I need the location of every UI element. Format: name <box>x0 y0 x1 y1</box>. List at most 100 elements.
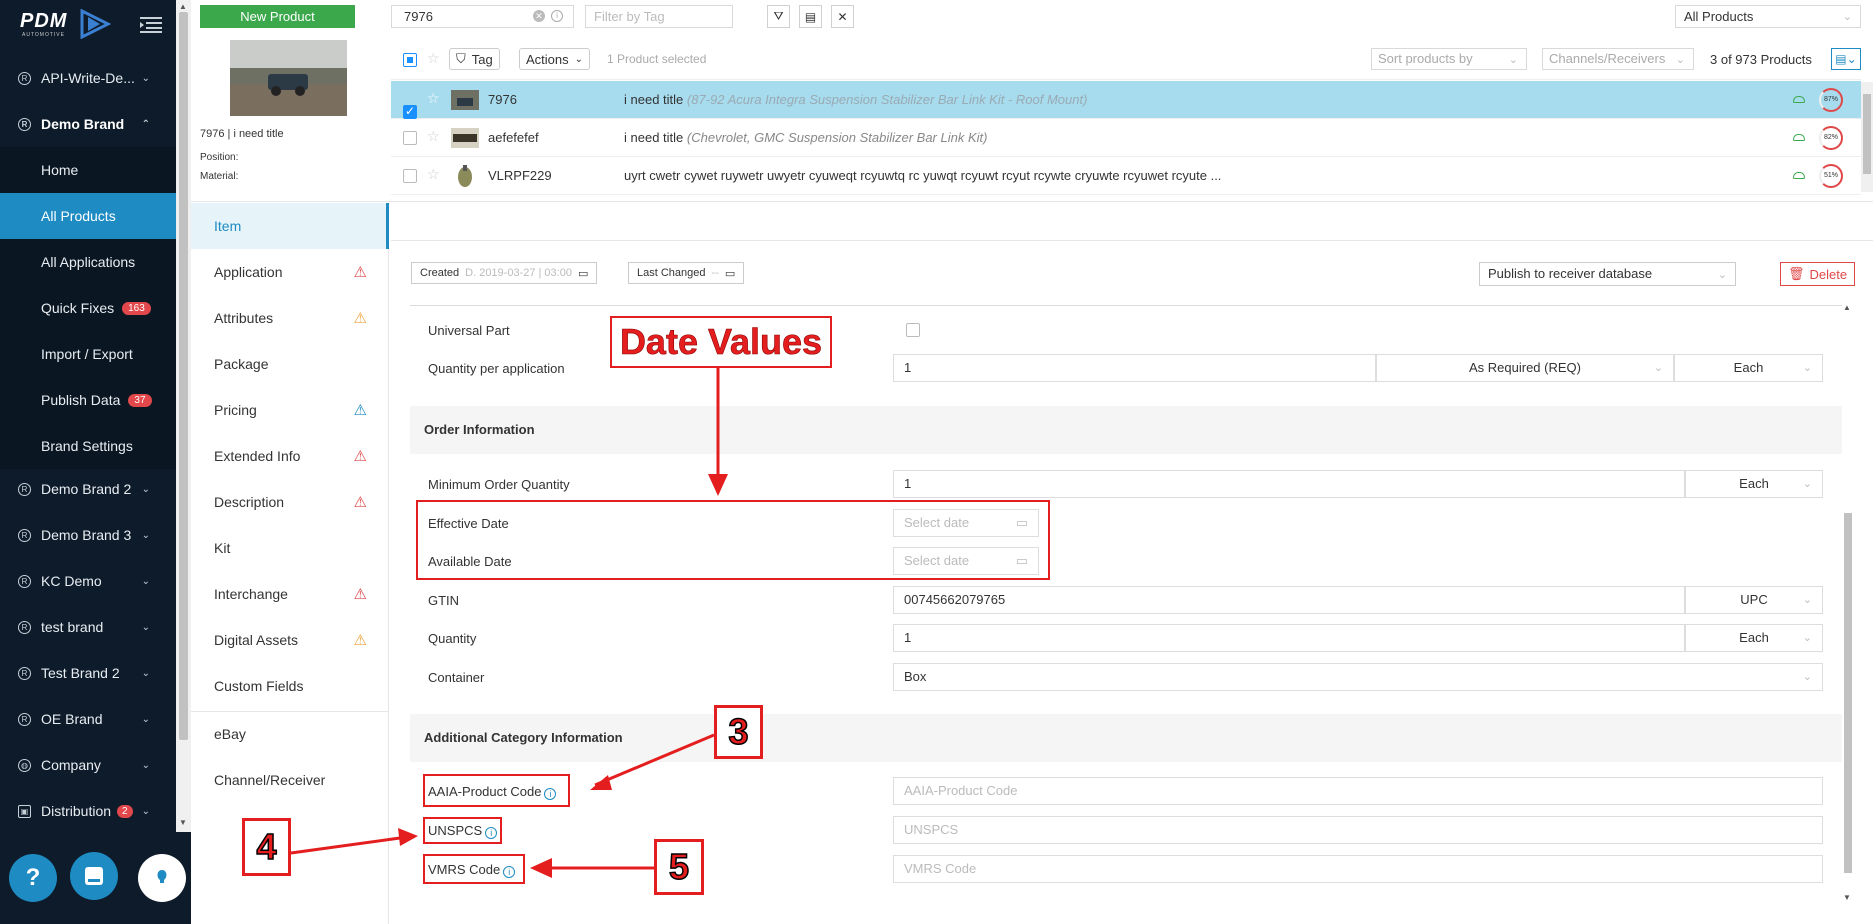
tab-interchange[interactable]: Interchange ⚠ <box>191 571 389 617</box>
scroll-down-icon[interactable]: ▼ <box>179 818 187 827</box>
scrollbar-thumb[interactable] <box>1863 94 1871 174</box>
sidebar-company[interactable]: ◍ Company ⌄ <box>0 742 176 788</box>
sidebar-brand-api-write[interactable]: R API-Write-De... ⌄ <box>0 55 176 101</box>
aaia-product-code-input[interactable]: AAIA-Product Code <box>893 777 1823 805</box>
tab-pricing[interactable]: Pricing ⚠ <box>191 387 389 433</box>
qty-per-app-input[interactable]: 1 <box>893 354 1376 382</box>
chevron-down-icon: ⌄ <box>141 713 150 725</box>
tab-label: Item <box>214 218 242 234</box>
column-settings-button[interactable]: ▤⌄ <box>1831 48 1861 70</box>
product-row[interactable]: ☆ 7976 i need title (87-92 Acura Integra… <box>391 81 1861 119</box>
star-icon[interactable]: ☆ <box>427 50 440 67</box>
select-value: All Products <box>1684 9 1754 24</box>
sidebar-item-publish-data[interactable]: Publish Data 37 <box>0 377 176 423</box>
unspcs-input[interactable]: UNSPCS <box>893 816 1823 844</box>
product-search-input[interactable]: 7976 ✕ i <box>391 5 574 28</box>
sidebar-brand-test-brand[interactable]: Rtest brand ⌄ <box>0 604 176 650</box>
sidebar-brand-demo-brand[interactable]: R Demo Brand ⌃ <box>0 101 176 147</box>
min-order-qty-input[interactable]: 1 <box>893 470 1685 498</box>
product-row[interactable]: ☆ aefefefef i need title (Chevrolet, GMC… <box>391 119 1861 157</box>
sidebar-brand-demo-brand-2[interactable]: R Demo Brand 2 ⌄ <box>0 466 176 512</box>
arrow-5 <box>530 858 654 878</box>
registered-icon: R <box>18 666 31 680</box>
save-filter-button[interactable]: ▤ <box>799 5 822 28</box>
help-button[interactable]: ? <box>9 854 57 902</box>
product-row[interactable]: ☆ VLRPF229 uyrt cwetr cywet ruywetr uwye… <box>391 157 1861 195</box>
vmrs-code-input[interactable]: VMRS Code <box>893 855 1823 883</box>
callout-number-3: 3 <box>714 705 763 759</box>
publish-select[interactable]: Publish to receiver database ⌄ <box>1479 262 1736 286</box>
clear-filter-button[interactable]: ✕ <box>831 5 854 28</box>
filter-button[interactable]: ⛛ <box>767 5 790 28</box>
row-checkbox[interactable] <box>403 104 417 119</box>
quantity-input[interactable]: 1 <box>893 624 1685 652</box>
info-icon[interactable]: i <box>551 10 563 22</box>
tab-item[interactable]: Item <box>191 203 389 249</box>
new-product-button[interactable]: New Product <box>200 5 355 28</box>
scroll-down-icon[interactable]: ▼ <box>1843 893 1851 902</box>
min-order-unit-select[interactable]: Each ⌄ <box>1685 470 1823 498</box>
sidebar-brand-demo-brand-3[interactable]: R Demo Brand 3 ⌄ <box>0 512 176 558</box>
sidebar-item-all-products[interactable]: All Products <box>0 193 176 239</box>
sidebar-item-all-applications[interactable]: All Applications <box>0 239 176 285</box>
sidebar-item-quick-fixes[interactable]: Quick Fixes 163 <box>0 285 176 331</box>
bulb-button[interactable] <box>138 854 186 902</box>
delete-button[interactable]: 🗑 Delete <box>1780 262 1855 286</box>
scrollbar-thumb[interactable] <box>1844 513 1852 873</box>
tab-ebay[interactable]: eBay <box>191 711 389 757</box>
quantity-unit-select[interactable]: Each ⌄ <box>1685 624 1823 652</box>
actions-button[interactable]: Actions ⌄ <box>519 48 591 70</box>
form-scrollbar[interactable]: ▲ ▼ <box>1840 303 1854 905</box>
tag-button[interactable]: ⛉ Tag <box>449 48 500 70</box>
sidebar-brand-oe-brand[interactable]: R OE Brand ⌄ <box>0 696 176 742</box>
sort-select[interactable]: Sort products by ⌄ <box>1371 48 1527 70</box>
tab-description[interactable]: Description ⚠ <box>191 479 389 525</box>
tab-package[interactable]: Package <box>191 341 389 387</box>
product-list-scrollbar[interactable] <box>1861 82 1873 192</box>
sidebar-brand-test-brand-2[interactable]: R Test Brand 2 ⌄ <box>0 650 176 696</box>
brand-label: Test Brand 2 <box>41 665 120 681</box>
menu-toggle-icon[interactable] <box>140 16 162 34</box>
star-icon[interactable]: ☆ <box>427 90 440 107</box>
created-date-field[interactable]: Created D. 2019-03-27 | 03:00 ▭ <box>411 262 598 284</box>
tab-attributes[interactable]: Attributes ⚠ <box>191 295 389 341</box>
sidebar-distribution[interactable]: ▣ Distribution 2 ⌄ <box>0 788 176 834</box>
tab-custom-fields[interactable]: Custom Fields <box>191 663 389 709</box>
sidebar-brand-kc-demo[interactable]: R KC Demo ⌄ <box>0 558 176 604</box>
select-all-checkbox[interactable] <box>403 53 417 67</box>
qty-type-select[interactable]: As Required (REQ) ⌄ <box>1376 354 1674 382</box>
clear-icon[interactable]: ✕ <box>533 10 545 22</box>
tab-label: Channel/Receiver <box>214 772 326 788</box>
universal-part-checkbox[interactable] <box>906 323 920 337</box>
qty-unit-select[interactable]: Each ⌄ <box>1674 354 1823 382</box>
inbox-button[interactable] <box>70 852 118 900</box>
scroll-up-icon[interactable]: ▲ <box>179 2 187 11</box>
product-view-select[interactable]: All Products ⌄ <box>1675 5 1861 28</box>
tab-digital-assets[interactable]: Digital Assets ⚠ <box>191 617 389 663</box>
sidebar-item-import-export[interactable]: Import / Export <box>0 331 176 377</box>
tab-application[interactable]: Application ⚠ <box>191 249 389 295</box>
row-checkbox[interactable] <box>403 169 417 183</box>
container-select[interactable]: Box ⌄ <box>893 663 1823 691</box>
trash-icon: 🗑 <box>1787 266 1805 281</box>
tab-channel-receiver[interactable]: Channel/Receiver <box>191 757 389 803</box>
tab-extended-info[interactable]: Extended Info ⚠ <box>191 433 389 479</box>
warning-icon: ⚠ <box>353 264 367 281</box>
row-checkbox[interactable] <box>403 131 417 145</box>
last-changed-field[interactable]: Last Changed -- ▭ <box>628 262 745 284</box>
product-list-header: ☆ ⛉ Tag Actions ⌄ 1 Product selected Sort … <box>391 40 1861 80</box>
star-icon[interactable]: ☆ <box>427 128 440 145</box>
tab-kit[interactable]: Kit <box>191 525 389 571</box>
sidebar-item-home[interactable]: Home <box>0 147 176 193</box>
sidebar-item-brand-settings[interactable]: Brand Settings <box>0 423 176 469</box>
gtin-type-select[interactable]: UPC ⌄ <box>1685 586 1823 614</box>
chevron-down-icon: ⌄ <box>1717 269 1727 281</box>
channels-select[interactable]: Channels/Receivers ⌄ <box>1542 48 1694 70</box>
tag-filter-input[interactable]: Filter by Tag <box>585 5 733 28</box>
sidebar-scrollbar[interactable]: ▲ ▼ <box>176 0 191 832</box>
scrollbar-thumb[interactable] <box>179 12 188 740</box>
star-icon[interactable]: ☆ <box>427 166 440 183</box>
scroll-up-icon[interactable]: ▲ <box>1843 303 1851 312</box>
gtin-input[interactable]: 00745662079765 <box>893 586 1685 614</box>
chevron-up-icon: ⌃ <box>141 118 150 130</box>
